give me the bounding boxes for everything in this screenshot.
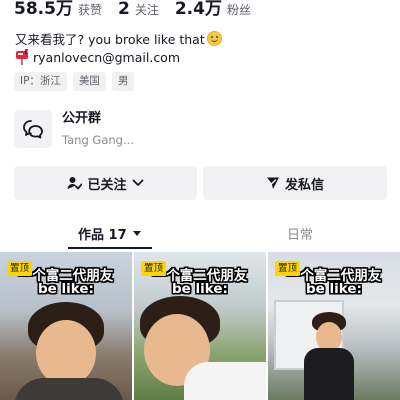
video-thumbnail[interactable]: 置顶 一个富二代朋友 be like: xyxy=(268,252,400,400)
pinned-badge: 置顶 xyxy=(275,261,301,276)
followers-label[interactable]: 粉丝 xyxy=(227,1,251,18)
chat-bubbles-icon xyxy=(23,120,43,139)
followers-count[interactable]: 2.4万 xyxy=(175,0,222,19)
followed-button[interactable]: 已关注 xyxy=(14,166,197,200)
following-label[interactable]: 关注 xyxy=(135,1,159,18)
person-face xyxy=(36,320,96,386)
smile-emoji-icon xyxy=(206,31,222,46)
group-title: 公开群 xyxy=(62,110,102,126)
tab-works-label: 作品 17 xyxy=(78,228,127,243)
bio-line: 又来看我了? you broke like that xyxy=(15,29,222,48)
group-text: 公开群 Tang Gang... xyxy=(62,110,134,149)
person-suit xyxy=(304,348,354,400)
profile-tags: IP：浙江 美国 男 xyxy=(14,72,135,91)
followed-label: 已关注 xyxy=(87,177,127,193)
video-thumbnail[interactable]: 置顶 一个富二代朋友 be like: xyxy=(134,252,266,400)
video-caption-line-2: be like: xyxy=(306,281,362,297)
active-tab-indicator xyxy=(68,247,152,249)
video-caption-line-2: be like: xyxy=(38,281,94,297)
tag-gender: 男 xyxy=(111,72,135,91)
user-check-icon xyxy=(67,177,83,190)
tag-ip-location: IP：浙江 xyxy=(14,72,67,91)
likes-count[interactable]: 58.5万 xyxy=(14,0,73,19)
profile-stats: 58.5万 获赞 2 关注 2.4万 粉丝 xyxy=(14,0,267,20)
caret-down-icon xyxy=(132,231,141,236)
send-icon xyxy=(266,177,279,189)
person-shirt xyxy=(14,378,124,400)
group-icon-box xyxy=(14,110,52,148)
video-grid: 置顶 一个富二代朋友 be like: 置顶 一个富二代朋友 be like: … xyxy=(0,252,400,400)
likes-label[interactable]: 获赞 xyxy=(78,1,102,18)
contact-email[interactable]: ryanlovecn@gmail.com xyxy=(33,50,180,65)
public-group-entry[interactable]: 公开群 Tang Gang... xyxy=(14,108,314,150)
send-message-button[interactable]: 发私信 xyxy=(203,166,387,200)
bio-email-line: ryanlovecn@gmail.com xyxy=(15,49,180,65)
person-shirt xyxy=(184,362,266,400)
profile-tabs: 作品 17 日常 xyxy=(0,220,400,250)
bio-text: 又来看我了? you broke like that xyxy=(15,32,205,47)
send-message-label: 发私信 xyxy=(284,177,324,193)
pinned-badge: 置顶 xyxy=(7,261,33,276)
chevron-down-icon xyxy=(132,179,143,186)
group-subtitle: Tang Gang... xyxy=(62,132,134,147)
tab-works[interactable]: 作品 17 xyxy=(78,224,141,243)
video-thumbnail[interactable]: 置顶 一个富二代朋友 be like: xyxy=(0,252,132,400)
mailbox-icon xyxy=(16,49,28,65)
pinned-badge: 置顶 xyxy=(141,261,167,276)
following-count[interactable]: 2 xyxy=(118,0,130,19)
tag-country: 美国 xyxy=(72,72,106,91)
tab-daily[interactable]: 日常 xyxy=(287,224,313,243)
video-caption-line-2: be like: xyxy=(172,281,228,297)
